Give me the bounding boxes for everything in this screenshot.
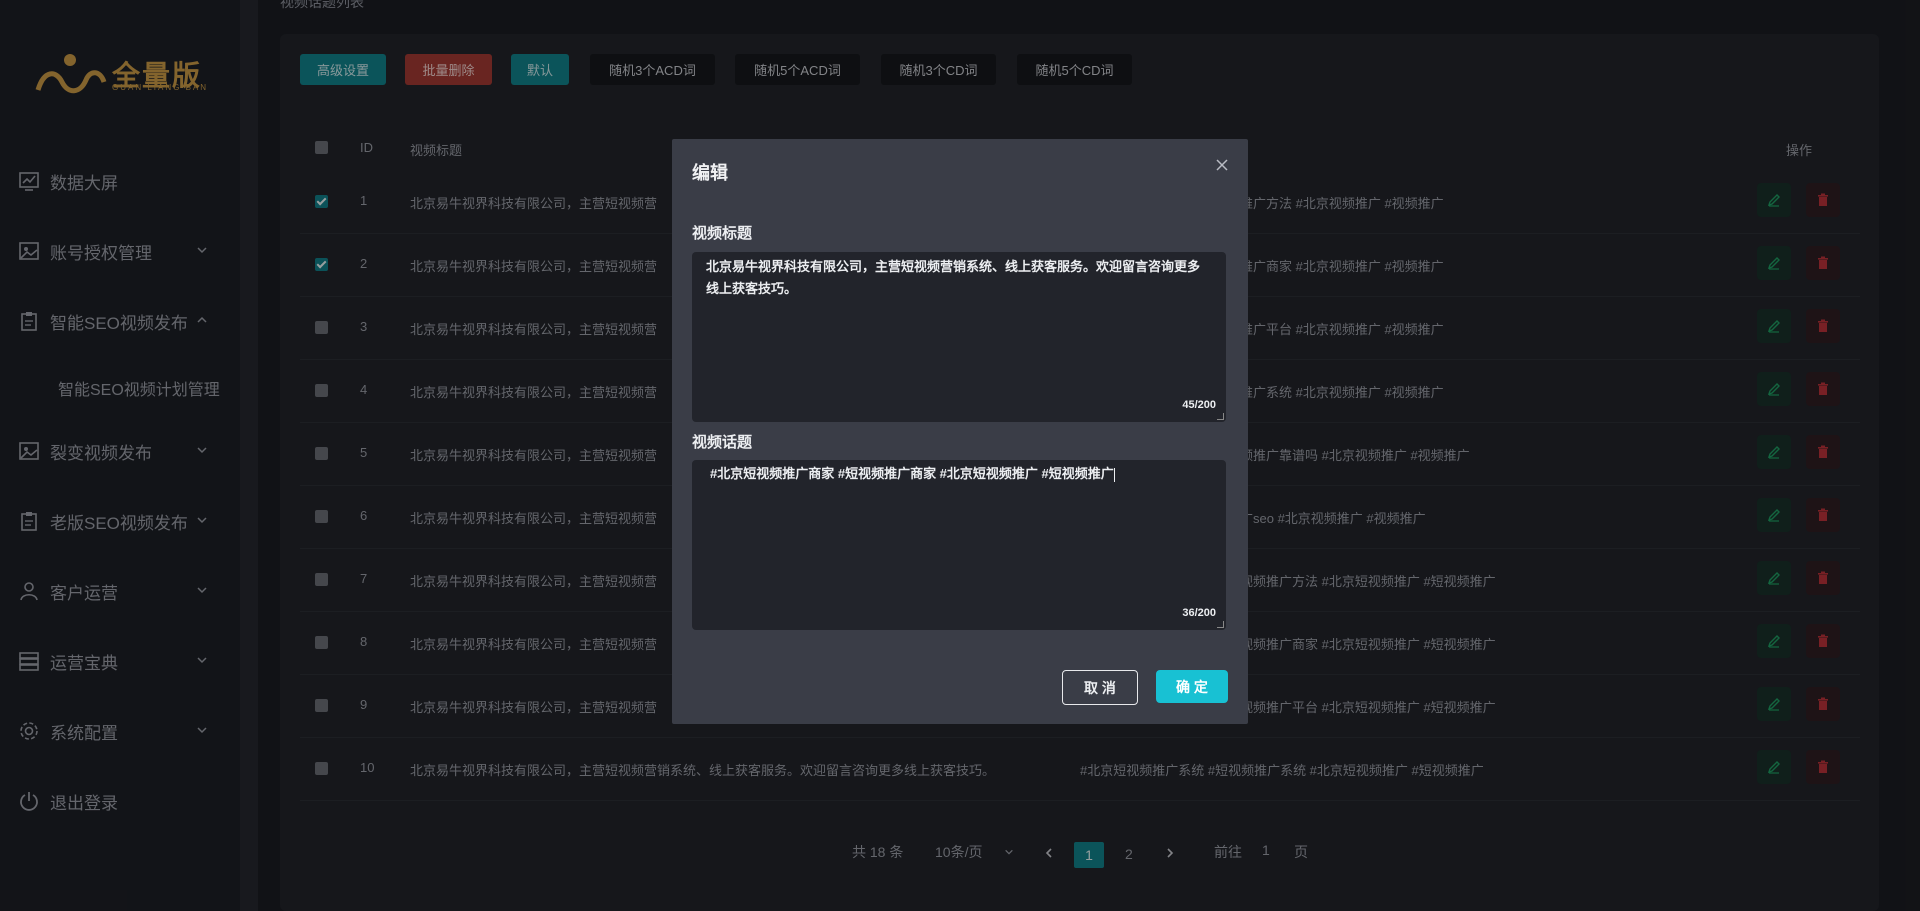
video-topic-textarea[interactable]: #北京短视频推广商家 #短视频推广商家 #北京短视频推广 #短视频推广 36/2…: [692, 460, 1226, 630]
video-topic-counter: 36/200: [1182, 607, 1216, 619]
video-title-counter: 45/200: [1182, 399, 1216, 411]
resize-handle[interactable]: [1217, 413, 1224, 420]
confirm-button[interactable]: 确 定: [1156, 670, 1228, 703]
video-topic-label: 视频话题: [692, 434, 753, 451]
close-icon[interactable]: [1214, 157, 1230, 173]
cancel-button[interactable]: 取 消: [1062, 670, 1138, 705]
dialog-title: 编辑: [692, 163, 728, 183]
edit-dialog: 编辑 视频标题 北京易牛视界科技有限公司，主营短视频营销系统、线上获客服务。欢迎…: [672, 139, 1248, 724]
video-title-label: 视频标题: [692, 225, 753, 242]
text-cursor: [1113, 467, 1115, 482]
resize-handle[interactable]: [1217, 621, 1224, 628]
video-topic-text: #北京短视频推广商家 #短视频推广商家 #北京短视频推广 #短视频推广: [710, 466, 1114, 481]
video-title-textarea[interactable]: 北京易牛视界科技有限公司，主营短视频营销系统、线上获客服务。欢迎留言咨询更多线上…: [692, 252, 1226, 422]
video-title-text: 北京易牛视界科技有限公司，主营短视频营销系统、线上获客服务。欢迎留言咨询更多线上…: [706, 259, 1201, 296]
